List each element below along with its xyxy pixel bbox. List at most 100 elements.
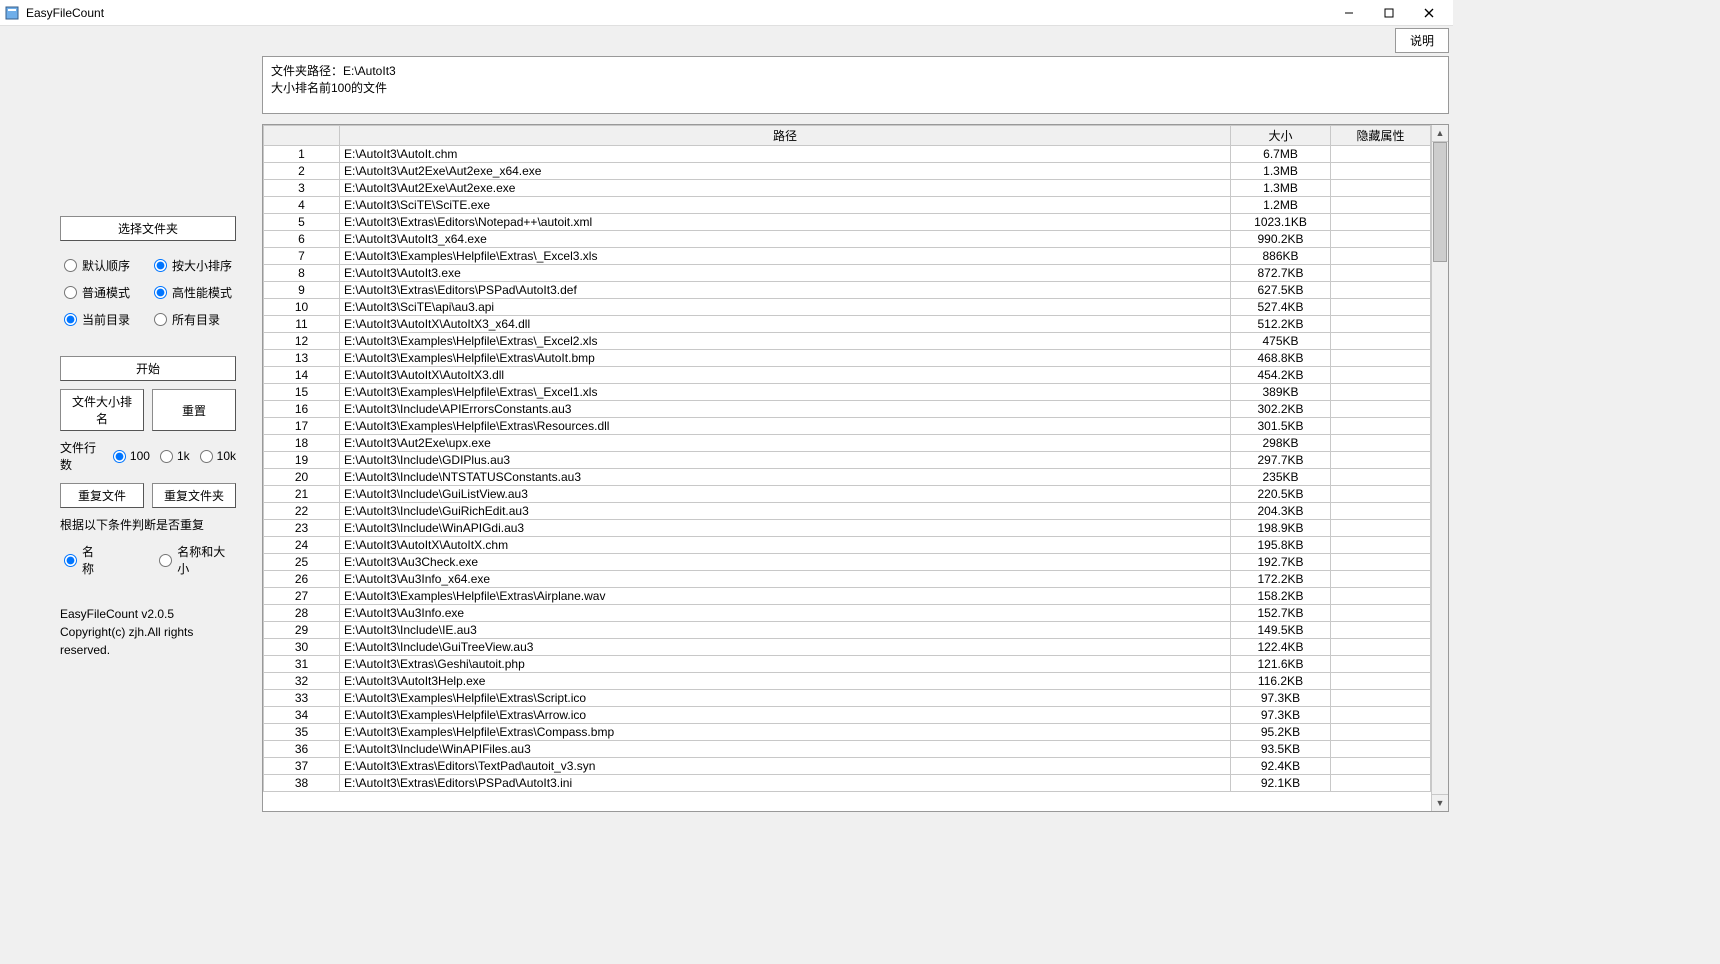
cell-path: E:\AutoIt3\Au3Info_x64.exe (340, 571, 1231, 588)
table-row[interactable]: 29E:\AutoIt3\Include\IE.au3149.5KB (264, 622, 1431, 639)
col-path[interactable]: 路径 (340, 126, 1231, 146)
table-row[interactable]: 14E:\AutoIt3\AutoItX\AutoItX3.dll454.2KB (264, 367, 1431, 384)
table-row[interactable]: 10E:\AutoIt3\SciTE\api\au3.api527.4KB (264, 299, 1431, 316)
col-hidden[interactable]: 隐藏属性 (1331, 126, 1431, 146)
dir-all-radio[interactable]: 所有目录 (154, 311, 220, 328)
cell-path: E:\AutoIt3\Include\APIErrorsConstants.au… (340, 401, 1231, 418)
cell-hidden (1331, 639, 1431, 656)
table-row[interactable]: 28E:\AutoIt3\Au3Info.exe152.7KB (264, 605, 1431, 622)
cond-name-size-radio[interactable]: 名称和大小 (159, 543, 236, 577)
scroll-down-icon[interactable]: ▼ (1432, 794, 1448, 811)
table-row[interactable]: 15E:\AutoIt3\Examples\Helpfile\Extras\_E… (264, 384, 1431, 401)
table-row[interactable]: 20E:\AutoIt3\Include\NTSTATUSConstants.a… (264, 469, 1431, 486)
table-row[interactable]: 26E:\AutoIt3\Au3Info_x64.exe172.2KB (264, 571, 1431, 588)
table-row[interactable]: 11E:\AutoIt3\AutoItX\AutoItX3_x64.dll512… (264, 316, 1431, 333)
select-folder-button[interactable]: 选择文件夹 (60, 216, 236, 241)
mode-perf-radio[interactable]: 高性能模式 (154, 284, 232, 301)
cell-index: 38 (264, 775, 340, 792)
cell-path: E:\AutoIt3\AutoIt3_x64.exe (340, 231, 1231, 248)
cell-hidden (1331, 469, 1431, 486)
cell-index: 3 (264, 180, 340, 197)
table-row[interactable]: 6E:\AutoIt3\AutoIt3_x64.exe990.2KB (264, 231, 1431, 248)
cell-path: E:\AutoIt3\Aut2Exe\Aut2exe_x64.exe (340, 163, 1231, 180)
cell-hidden (1331, 180, 1431, 197)
table-row[interactable]: 30E:\AutoIt3\Include\GuiTreeView.au3122.… (264, 639, 1431, 656)
table-row[interactable]: 13E:\AutoIt3\Examples\Helpfile\Extras\Au… (264, 350, 1431, 367)
start-button[interactable]: 开始 (60, 356, 236, 381)
cell-size: 122.4KB (1231, 639, 1331, 656)
cell-size: 152.7KB (1231, 605, 1331, 622)
sort-default-radio[interactable]: 默认顺序 (64, 257, 130, 274)
cell-hidden (1331, 214, 1431, 231)
cell-size: 1.3MB (1231, 163, 1331, 180)
cell-size: 527.4KB (1231, 299, 1331, 316)
mode-normal-radio[interactable]: 普通模式 (64, 284, 130, 301)
table-row[interactable]: 18E:\AutoIt3\Aut2Exe\upx.exe298KB (264, 435, 1431, 452)
col-index[interactable] (264, 126, 340, 146)
table-row[interactable]: 34E:\AutoIt3\Examples\Helpfile\Extras\Ar… (264, 707, 1431, 724)
cell-path: E:\AutoIt3\Examples\Helpfile\Extras\Auto… (340, 350, 1231, 367)
cond-name-radio[interactable]: 名称 (64, 543, 105, 577)
help-button[interactable]: 说明 (1395, 28, 1449, 53)
cell-size: 298KB (1231, 435, 1331, 452)
table-row[interactable]: 19E:\AutoIt3\Include\GDIPlus.au3297.7KB (264, 452, 1431, 469)
maximize-button[interactable] (1369, 1, 1409, 25)
table-row[interactable]: 25E:\AutoIt3\Au3Check.exe192.7KB (264, 554, 1431, 571)
col-size[interactable]: 大小 (1231, 126, 1331, 146)
rows-10k-radio[interactable]: 10k (200, 449, 236, 463)
sort-size-radio[interactable]: 按大小排序 (154, 257, 232, 274)
table-row[interactable]: 3E:\AutoIt3\Aut2Exe\Aut2exe.exe1.3MB (264, 180, 1431, 197)
table-row[interactable]: 5E:\AutoIt3\Extras\Editors\Notepad++\aut… (264, 214, 1431, 231)
cell-index: 4 (264, 197, 340, 214)
table-row[interactable]: 32E:\AutoIt3\AutoIt3Help.exe116.2KB (264, 673, 1431, 690)
cell-size: 512.2KB (1231, 316, 1331, 333)
table-row[interactable]: 31E:\AutoIt3\Extras\Geshi\autoit.php121.… (264, 656, 1431, 673)
table-row[interactable]: 21E:\AutoIt3\Include\GuiListView.au3220.… (264, 486, 1431, 503)
table-row[interactable]: 33E:\AutoIt3\Examples\Helpfile\Extras\Sc… (264, 690, 1431, 707)
table-row[interactable]: 12E:\AutoIt3\Examples\Helpfile\Extras\_E… (264, 333, 1431, 350)
close-button[interactable] (1409, 1, 1449, 25)
cell-index: 35 (264, 724, 340, 741)
table-row[interactable]: 27E:\AutoIt3\Examples\Helpfile\Extras\Ai… (264, 588, 1431, 605)
table-row[interactable]: 35E:\AutoIt3\Examples\Helpfile\Extras\Co… (264, 724, 1431, 741)
rows-label: 文件行数 (60, 439, 103, 473)
table-row[interactable]: 24E:\AutoIt3\AutoItX\AutoItX.chm195.8KB (264, 537, 1431, 554)
table-row[interactable]: 36E:\AutoIt3\Include\WinAPIFiles.au393.5… (264, 741, 1431, 758)
cell-path: E:\AutoIt3\Examples\Helpfile\Extras\Airp… (340, 588, 1231, 605)
reset-button[interactable]: 重置 (152, 389, 236, 431)
cell-hidden (1331, 146, 1431, 163)
dir-current-radio[interactable]: 当前目录 (64, 311, 130, 328)
table-row[interactable]: 9E:\AutoIt3\Extras\Editors\PSPad\AutoIt3… (264, 282, 1431, 299)
table-row[interactable]: 4E:\AutoIt3\SciTE\SciTE.exe1.2MB (264, 197, 1431, 214)
table-row[interactable]: 2E:\AutoIt3\Aut2Exe\Aut2exe_x64.exe1.3MB (264, 163, 1431, 180)
table-row[interactable]: 17E:\AutoIt3\Examples\Helpfile\Extras\Re… (264, 418, 1431, 435)
rows-1k-radio[interactable]: 1k (160, 449, 190, 463)
table-row[interactable]: 8E:\AutoIt3\AutoIt3.exe872.7KB (264, 265, 1431, 282)
cell-index: 15 (264, 384, 340, 401)
cell-hidden (1331, 605, 1431, 622)
minimize-button[interactable] (1329, 1, 1369, 25)
cell-hidden (1331, 197, 1431, 214)
cell-index: 33 (264, 690, 340, 707)
dup-folders-button[interactable]: 重复文件夹 (152, 483, 236, 508)
cell-hidden (1331, 707, 1431, 724)
scroll-thumb[interactable] (1433, 142, 1447, 262)
table-row[interactable]: 7E:\AutoIt3\Examples\Helpfile\Extras\_Ex… (264, 248, 1431, 265)
vertical-scrollbar[interactable]: ▲ ▼ (1431, 125, 1448, 811)
cell-hidden (1331, 248, 1431, 265)
rows-100-radio[interactable]: 100 (113, 449, 150, 463)
scroll-up-icon[interactable]: ▲ (1432, 125, 1448, 142)
cell-path: E:\AutoIt3\Include\GuiRichEdit.au3 (340, 503, 1231, 520)
cell-size: 195.8KB (1231, 537, 1331, 554)
table-row[interactable]: 23E:\AutoIt3\Include\WinAPIGdi.au3198.9K… (264, 520, 1431, 537)
table-row[interactable]: 16E:\AutoIt3\Include\APIErrorsConstants.… (264, 401, 1431, 418)
cell-index: 21 (264, 486, 340, 503)
cell-size: 158.2KB (1231, 588, 1331, 605)
table-row[interactable]: 37E:\AutoIt3\Extras\Editors\TextPad\auto… (264, 758, 1431, 775)
table-row[interactable]: 1E:\AutoIt3\AutoIt.chm6.7MB (264, 146, 1431, 163)
dup-files-button[interactable]: 重复文件 (60, 483, 144, 508)
cell-size: 1.2MB (1231, 197, 1331, 214)
table-row[interactable]: 38E:\AutoIt3\Extras\Editors\PSPad\AutoIt… (264, 775, 1431, 792)
rank-size-button[interactable]: 文件大小排名 (60, 389, 144, 431)
table-row[interactable]: 22E:\AutoIt3\Include\GuiRichEdit.au3204.… (264, 503, 1431, 520)
